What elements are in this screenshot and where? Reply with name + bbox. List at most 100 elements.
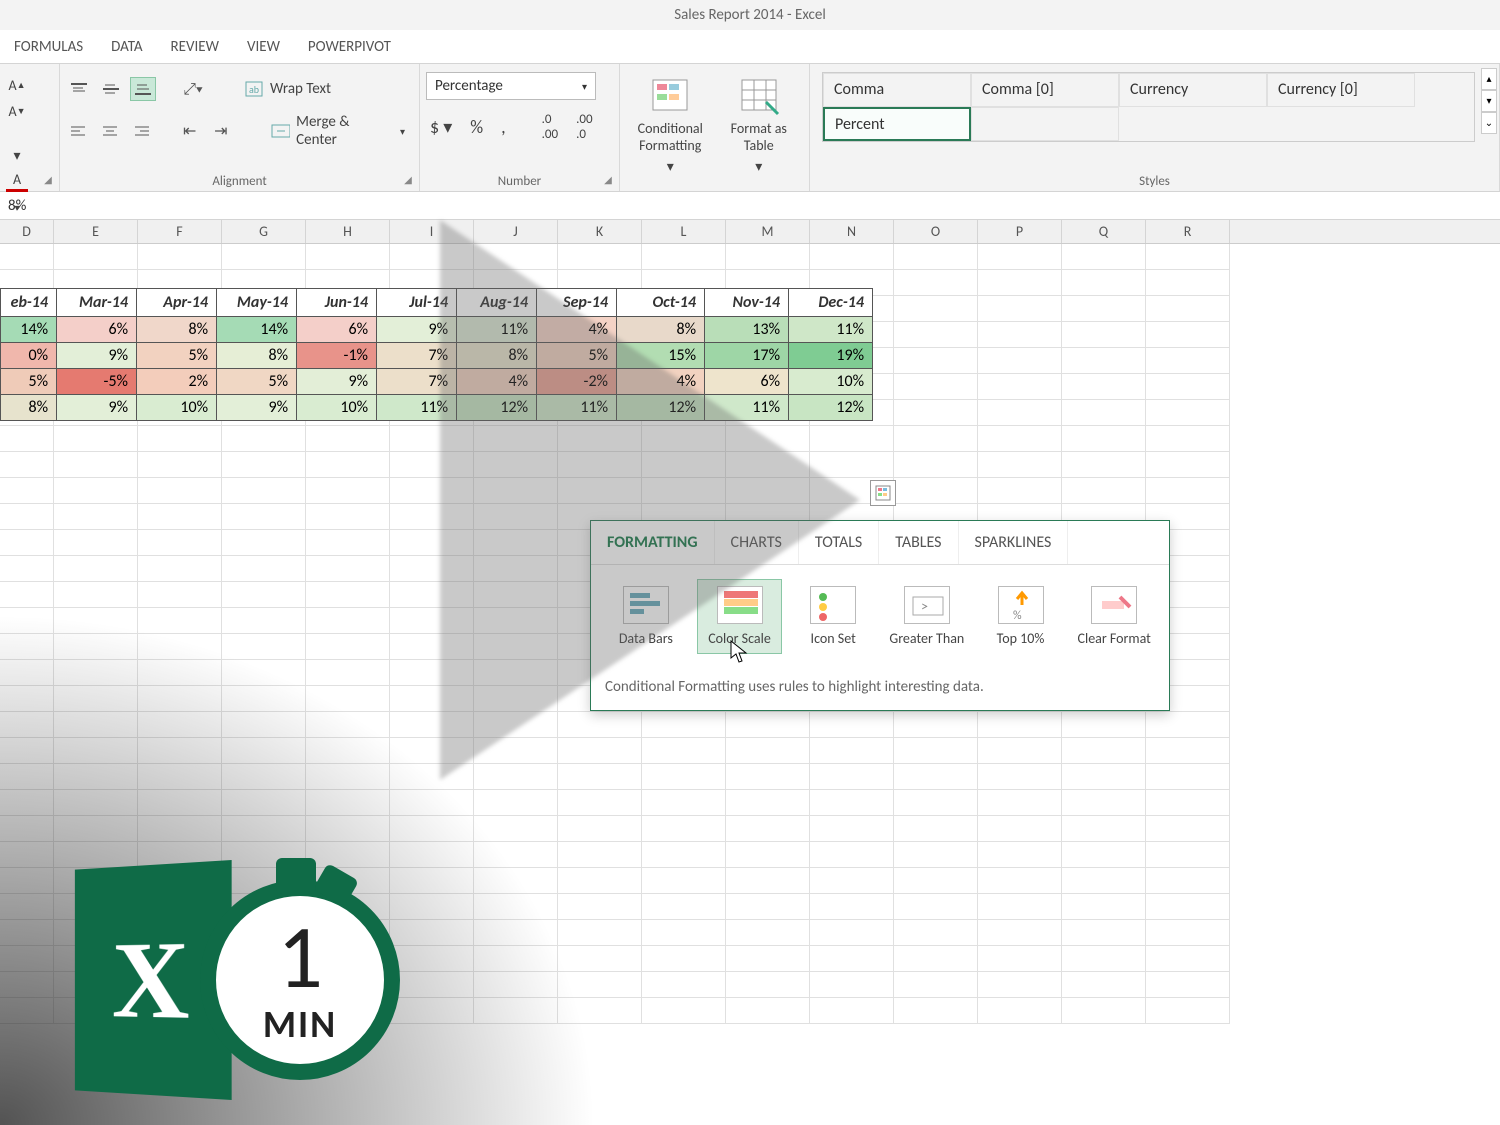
col-header-M[interactable]: M — [726, 220, 810, 243]
cell[interactable] — [810, 842, 894, 868]
cell[interactable] — [642, 998, 726, 1024]
style-scroll-up[interactable]: ▴ — [1481, 68, 1497, 90]
cell[interactable] — [474, 972, 558, 998]
table-cell[interactable]: 4% — [457, 369, 537, 395]
cell[interactable] — [894, 426, 978, 452]
cell[interactable] — [222, 712, 306, 738]
cell[interactable] — [642, 790, 726, 816]
cell[interactable] — [1062, 816, 1146, 842]
col-header-I[interactable]: I — [390, 220, 474, 243]
cell[interactable] — [222, 452, 306, 478]
formula-bar[interactable]: 8% — [0, 192, 1500, 220]
cell[interactable] — [1146, 400, 1230, 426]
col-header-J[interactable]: J — [474, 220, 558, 243]
cell[interactable] — [54, 686, 138, 712]
qa-tab-totals[interactable]: TOTALS — [799, 521, 879, 564]
cell[interactable] — [726, 426, 810, 452]
cell[interactable] — [1062, 842, 1146, 868]
table-header[interactable]: Sep-14 — [537, 289, 617, 317]
cell[interactable] — [54, 634, 138, 660]
table-cell[interactable]: 17% — [705, 343, 789, 369]
cell[interactable] — [558, 452, 642, 478]
table-cell[interactable]: 13% — [705, 317, 789, 343]
table-cell[interactable]: -1% — [297, 343, 377, 369]
table-cell[interactable]: 19% — [789, 343, 873, 369]
cell[interactable] — [558, 946, 642, 972]
cell[interactable] — [306, 504, 390, 530]
cell[interactable] — [1062, 478, 1146, 504]
table-cell[interactable]: 5% — [217, 369, 297, 395]
cell[interactable] — [222, 582, 306, 608]
cell[interactable] — [222, 504, 306, 530]
table-header[interactable]: Dec-14 — [789, 289, 873, 317]
cell[interactable] — [0, 686, 54, 712]
cell[interactable] — [474, 556, 558, 582]
cell[interactable] — [810, 972, 894, 998]
cell[interactable] — [894, 452, 978, 478]
table-cell[interactable]: 8% — [217, 343, 297, 369]
table-cell[interactable]: 10% — [297, 395, 377, 421]
cell[interactable] — [390, 972, 474, 998]
cell[interactable] — [54, 452, 138, 478]
cell[interactable] — [222, 244, 306, 270]
cell[interactable] — [1146, 374, 1230, 400]
cell[interactable] — [558, 868, 642, 894]
cell[interactable] — [138, 764, 222, 790]
cell[interactable] — [0, 972, 54, 998]
cell[interactable] — [1062, 296, 1146, 322]
cell[interactable] — [138, 686, 222, 712]
cell[interactable] — [1062, 998, 1146, 1024]
table-cell[interactable]: 2% — [137, 369, 217, 395]
cell[interactable] — [558, 478, 642, 504]
align-right-icon[interactable] — [128, 119, 153, 143]
cell[interactable] — [978, 400, 1062, 426]
align-middle-icon[interactable] — [98, 77, 124, 101]
cell[interactable] — [138, 504, 222, 530]
table-header[interactable]: Aug-14 — [457, 289, 537, 317]
style-scroll-down[interactable]: ▾ — [1481, 90, 1497, 112]
cell[interactable] — [222, 686, 306, 712]
decrease-indent-icon[interactable]: ⇤ — [177, 119, 202, 143]
cell[interactable] — [222, 478, 306, 504]
cell[interactable] — [726, 790, 810, 816]
increase-font-icon[interactable]: A▲ — [6, 74, 28, 96]
table-cell[interactable]: 7% — [377, 343, 457, 369]
cell[interactable] — [894, 920, 978, 946]
cell[interactable] — [54, 504, 138, 530]
cell[interactable] — [894, 790, 978, 816]
cell[interactable] — [390, 842, 474, 868]
cell[interactable] — [390, 426, 474, 452]
cell[interactable] — [558, 764, 642, 790]
cell[interactable] — [306, 426, 390, 452]
cell[interactable] — [54, 764, 138, 790]
cell[interactable] — [1146, 712, 1230, 738]
table-cell[interactable]: 11% — [789, 317, 873, 343]
cell[interactable] — [474, 738, 558, 764]
cell[interactable] — [558, 712, 642, 738]
cell[interactable] — [1146, 842, 1230, 868]
table-header[interactable]: Oct-14 — [617, 289, 705, 317]
cell[interactable] — [1146, 764, 1230, 790]
cell[interactable] — [642, 920, 726, 946]
cell[interactable] — [1062, 972, 1146, 998]
cell[interactable] — [810, 790, 894, 816]
cell[interactable] — [0, 504, 54, 530]
cell[interactable] — [0, 816, 54, 842]
cell[interactable] — [0, 998, 54, 1024]
table-header[interactable]: May-14 — [217, 289, 297, 317]
cell[interactable] — [810, 712, 894, 738]
cell[interactable] — [138, 582, 222, 608]
style-comma[interactable]: Comma — [823, 73, 971, 107]
cell[interactable] — [138, 816, 222, 842]
cell[interactable] — [138, 660, 222, 686]
table-header[interactable]: Nov-14 — [705, 289, 789, 317]
cell[interactable] — [1146, 920, 1230, 946]
cell[interactable] — [390, 582, 474, 608]
cell[interactable] — [726, 920, 810, 946]
cell[interactable] — [138, 556, 222, 582]
cell[interactable] — [474, 530, 558, 556]
table-cell[interactable]: 11% — [377, 395, 457, 421]
style-comma0[interactable]: Comma [0] — [971, 73, 1119, 107]
cell[interactable] — [1062, 738, 1146, 764]
cell[interactable] — [1062, 452, 1146, 478]
